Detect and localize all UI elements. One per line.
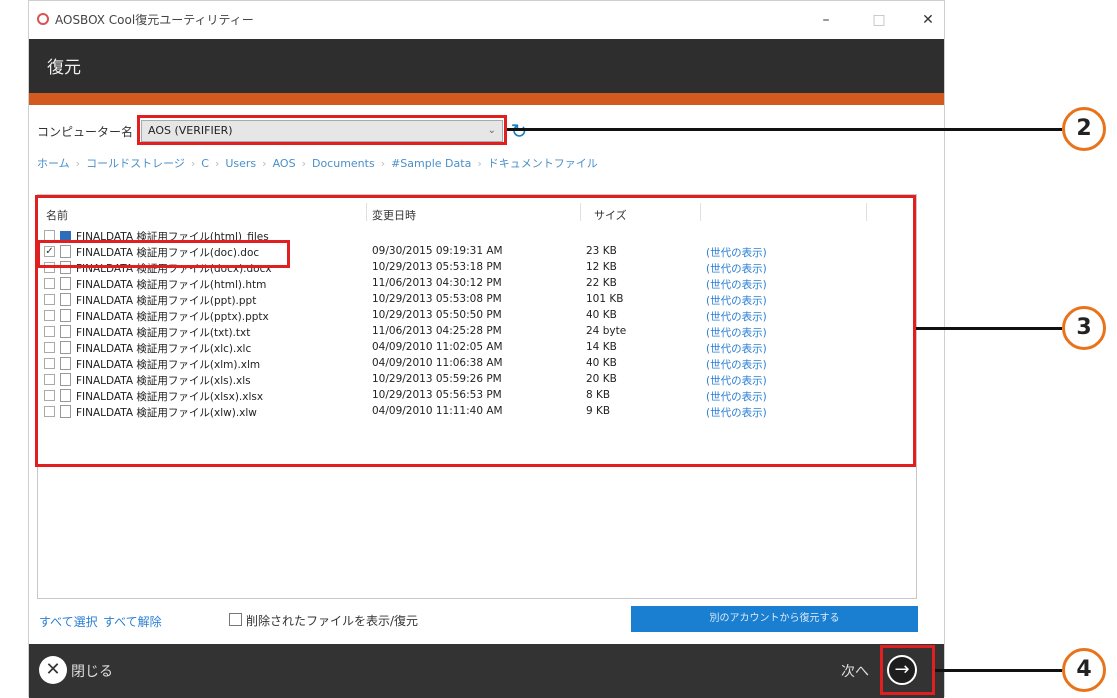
breadcrumb-separator-icon: › xyxy=(380,157,386,170)
breadcrumb-item[interactable]: Documents xyxy=(312,157,375,170)
checkbox-icon xyxy=(229,613,242,626)
close-button-label[interactable]: 閉じる xyxy=(71,661,113,681)
breadcrumb-separator-icon: › xyxy=(262,157,267,170)
callout-number-2: 2 xyxy=(1062,107,1106,151)
highlight-next-button xyxy=(880,645,935,695)
maximize-button[interactable]: □ xyxy=(864,7,894,33)
accent-bar xyxy=(29,93,944,105)
breadcrumb-item[interactable]: C xyxy=(201,157,209,170)
breadcrumb-separator-icon: › xyxy=(301,157,306,170)
breadcrumb-item[interactable]: コールドストレージ xyxy=(86,157,185,170)
clear-all-link[interactable]: すべて解除 xyxy=(103,613,162,630)
select-all-link[interactable]: すべて選択 xyxy=(39,613,98,630)
highlight-computer-select xyxy=(137,115,507,145)
refresh-icon[interactable]: ↻ xyxy=(507,119,531,143)
breadcrumb-item[interactable]: ドキュメントファイル xyxy=(488,157,598,170)
breadcrumb-item[interactable]: #Sample Data xyxy=(391,157,471,170)
callout-line-3 xyxy=(916,327,1062,330)
next-button-label[interactable]: 次へ xyxy=(841,661,869,681)
callout-line-2 xyxy=(507,128,1062,131)
breadcrumb: ホーム › コールドストレージ › C › Users › AOS › Documents › #Sam… xyxy=(37,155,598,171)
app-logo-icon xyxy=(37,13,49,25)
callout-line-4 xyxy=(935,669,1062,672)
page-title: 復元 xyxy=(47,58,81,78)
show-deleted-label: 削除されたファイルを表示/復元 xyxy=(246,614,419,628)
breadcrumb-item[interactable]: ホーム xyxy=(37,157,70,170)
minimize-button[interactable]: – xyxy=(811,7,841,33)
close-icon[interactable]: ✕ xyxy=(39,656,67,684)
title-bar: AOSBOX Cool復元ユーティリティー – □ ✕ xyxy=(29,1,944,39)
window-title: AOSBOX Cool復元ユーティリティー xyxy=(55,13,254,27)
breadcrumb-separator-icon: › xyxy=(477,157,482,170)
window-close-button[interactable]: ✕ xyxy=(913,7,943,33)
breadcrumb-separator-icon: › xyxy=(214,157,220,170)
page-header: 復元 xyxy=(29,39,944,93)
show-deleted-checkbox[interactable]: 削除されたファイルを表示/復元 xyxy=(229,612,418,629)
highlight-file-list xyxy=(35,195,916,467)
computer-name-label: コンピューター名 xyxy=(37,125,134,139)
breadcrumb-item[interactable]: AOS xyxy=(273,157,296,170)
breadcrumb-separator-icon: › xyxy=(190,157,196,170)
breadcrumb-item[interactable]: Users xyxy=(225,157,256,170)
restore-from-other-account-button[interactable]: 別のアカウントから復元する xyxy=(631,606,918,632)
breadcrumb-separator-icon: › xyxy=(75,157,81,170)
footer-bar: ✕ 閉じる 次へ → xyxy=(29,644,944,698)
callout-number-4: 4 xyxy=(1062,648,1106,692)
callout-number-3: 3 xyxy=(1062,306,1106,350)
